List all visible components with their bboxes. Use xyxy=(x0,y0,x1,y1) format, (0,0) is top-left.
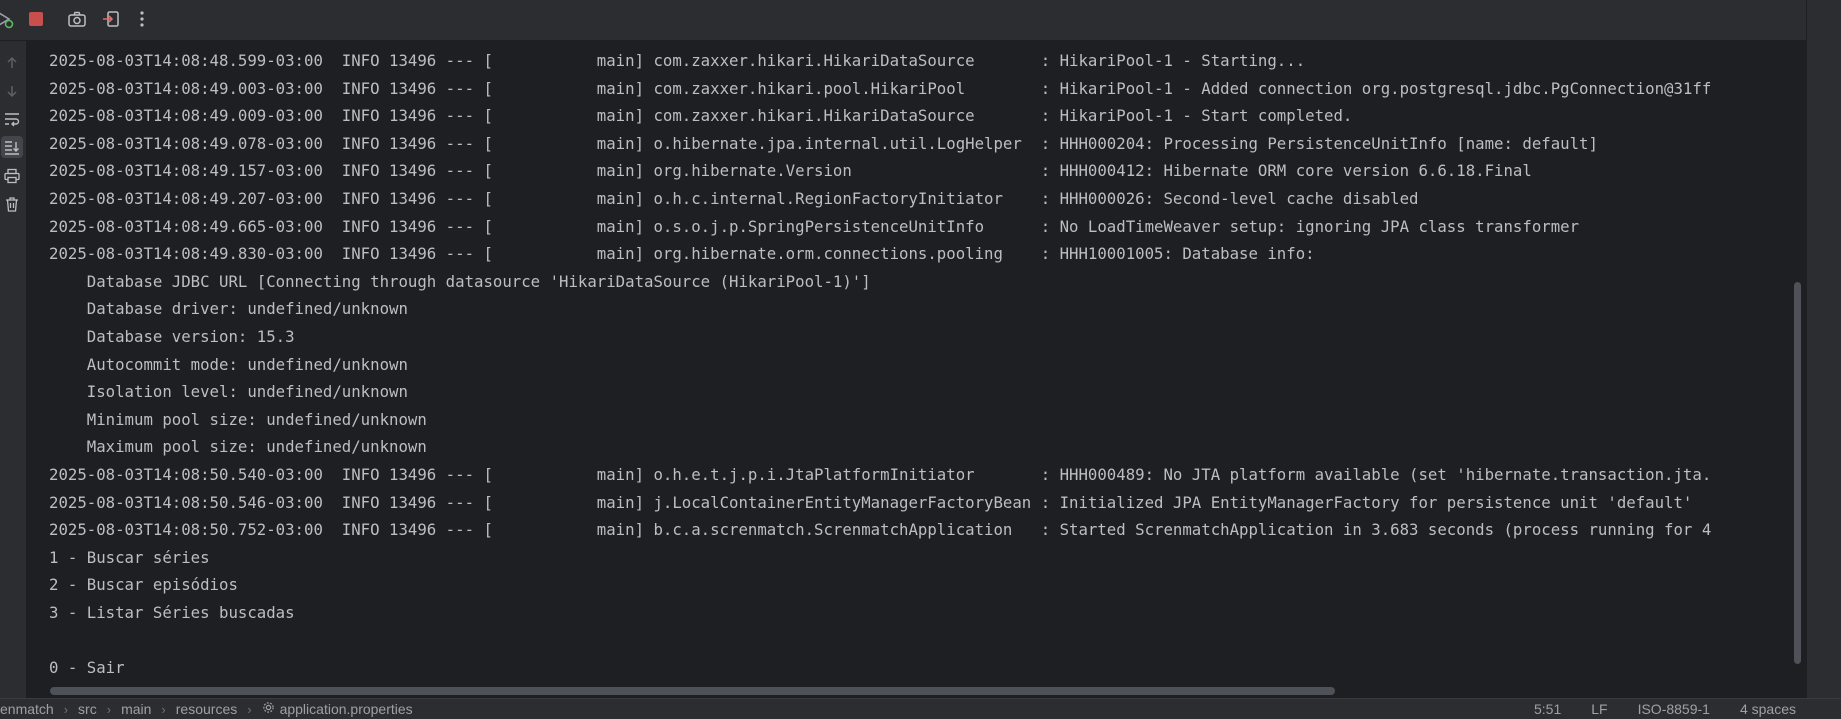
indent-setting[interactable]: 4 spaces xyxy=(1740,701,1796,717)
soft-wrap-icon[interactable] xyxy=(1,108,23,130)
console-lines: 2025-08-03T14:08:48.599-03:00 INFO 13496… xyxy=(49,47,1806,682)
horizontal-scrollbar[interactable] xyxy=(50,687,1335,695)
breadcrumb-item[interactable]: main xyxy=(121,701,151,717)
console-line: 2025-08-03T14:08:50.540-03:00 INFO 13496… xyxy=(49,464,1712,484)
chevron-right-icon: › xyxy=(161,701,166,717)
console-line: 2025-08-03T14:08:49.207-03:00 INFO 13496… xyxy=(49,188,1419,208)
chevron-right-icon: › xyxy=(247,701,252,717)
breadcrumb: enmatch › src › main › resources › application.p… xyxy=(0,701,413,717)
breadcrumb-item[interactable]: application.properties xyxy=(280,701,413,717)
console-toolbar xyxy=(0,0,1806,41)
file-encoding[interactable]: ISO-8859-1 xyxy=(1638,701,1710,717)
console-line: 2025-08-03T14:08:50.752-03:00 INFO 13496… xyxy=(49,520,1712,540)
right-tool-strip xyxy=(1806,0,1841,698)
vertical-scrollbar[interactable] xyxy=(1794,282,1801,664)
breadcrumb-item[interactable]: src xyxy=(78,701,97,717)
chevron-right-icon: › xyxy=(106,701,112,717)
trash-icon[interactable] xyxy=(1,193,23,215)
console-line: 2025-08-03T14:08:49.830-03:00 INFO 13496… xyxy=(49,244,1315,264)
status-right: 5:51 LF ISO-8859-1 4 spaces xyxy=(1534,701,1796,717)
gear-icon xyxy=(262,701,275,717)
console-line: 2025-08-03T14:08:49.157-03:00 INFO 13496… xyxy=(49,161,1532,181)
print-icon[interactable] xyxy=(1,165,23,187)
status-bar: enmatch › src › main › resources › application.p… xyxy=(0,698,1841,719)
exit-icon[interactable] xyxy=(100,8,122,30)
console-line: Minimum pool size: undefined/unknown xyxy=(49,409,427,429)
console-line: 3 - Listar Séries buscadas xyxy=(49,602,295,622)
console-side-toolbar xyxy=(0,41,26,698)
console-line: 2025-08-03T14:08:49.078-03:00 INFO 13496… xyxy=(49,133,1598,153)
rerun-icon[interactable] xyxy=(0,8,16,30)
scroll-to-end-icon[interactable] xyxy=(1,136,23,158)
console-line: Maximum pool size: undefined/unknown xyxy=(49,437,427,457)
stop-icon[interactable] xyxy=(25,8,47,30)
line-separator[interactable]: LF xyxy=(1591,701,1607,717)
console-line: 2025-08-03T14:08:49.003-03:00 INFO 13496… xyxy=(49,78,1712,98)
console-line: Autocommit mode: undefined/unknown xyxy=(49,354,408,374)
console-line: 1 - Buscar séries xyxy=(49,547,210,567)
breadcrumb-item[interactable]: resources xyxy=(176,701,237,717)
console-line: 2025-08-03T14:08:50.546-03:00 INFO 13496… xyxy=(49,492,1693,512)
console-line: Database driver: undefined/unknown xyxy=(49,299,408,319)
more-options-icon[interactable] xyxy=(131,8,153,30)
console-line: 0 - Sair xyxy=(49,658,125,678)
console-line: Isolation level: undefined/unknown xyxy=(49,382,408,402)
console-line: 2 - Buscar episódios xyxy=(49,575,238,595)
chevron-right-icon: › xyxy=(63,701,69,717)
breadcrumb-item[interactable]: enmatch xyxy=(0,701,54,717)
arrow-up-icon[interactable] xyxy=(1,52,23,74)
console-line: 2025-08-03T14:08:48.599-03:00 INFO 13496… xyxy=(49,51,1306,70)
console-line: Database JDBC URL [Connecting through da… xyxy=(49,271,871,291)
camera-icon[interactable] xyxy=(66,8,88,30)
console-line: 2025-08-03T14:08:49.665-03:00 INFO 13496… xyxy=(49,216,1580,236)
console-line: Database version: 15.3 xyxy=(49,326,295,346)
caret-position[interactable]: 5:51 xyxy=(1534,701,1561,717)
console-output[interactable]: 2025-08-03T14:08:48.599-03:00 INFO 13496… xyxy=(26,41,1806,686)
arrow-down-icon[interactable] xyxy=(1,80,23,102)
console-line: 2025-08-03T14:08:49.009-03:00 INFO 13496… xyxy=(49,106,1353,126)
